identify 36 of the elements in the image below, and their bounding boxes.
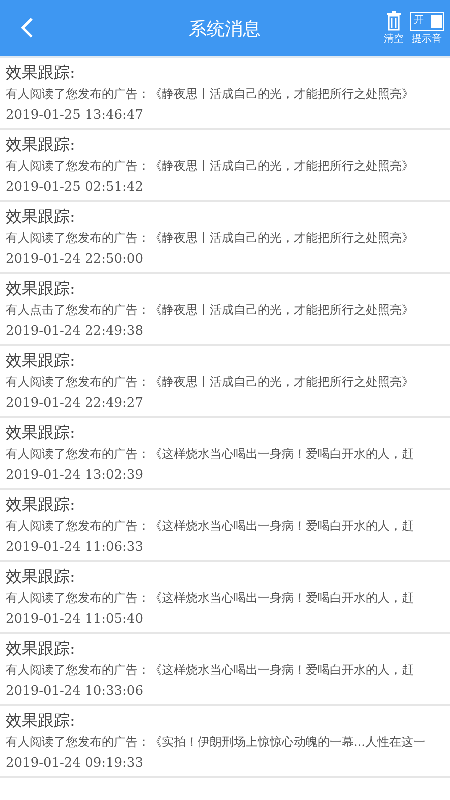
message-time: 2019-01-24 13:02:39 — [6, 467, 144, 485]
message-text: 有人阅读了您发布的广告：《这样烧水当心喝出一身病！爱喝白开水的人，赶 — [6, 662, 415, 679]
message-text: 有人阅读了您发布的广告：《静夜思丨活成自己的光，才能把所行之处照亮》 — [6, 86, 415, 103]
message-text: 有人阅读了您发布的广告：《这样烧水当心喝出一身病！爱喝白开水的人，赶 — [6, 446, 415, 463]
message-text: 有人点击了您发布的广告：《静夜思丨活成自己的光，才能把所行之处照亮》 — [6, 302, 415, 319]
message-title: 效果跟踪: — [6, 710, 76, 732]
message-title: 效果跟踪: — [6, 62, 76, 84]
message-time: 2019-01-24 22:49:27 — [6, 395, 144, 413]
message-time: 2019-01-24 22:49:38 — [6, 323, 144, 341]
message-title: 效果跟踪: — [6, 422, 76, 444]
message-text: 有人阅读了您发布的广告：《这样烧水当心喝出一身病！爱喝白开水的人，赶 — [6, 590, 415, 607]
message-time: 2019-01-24 09:19:33 — [6, 755, 144, 773]
message-title: 效果跟踪: — [6, 566, 76, 588]
message-text: 有人阅读了您发布的广告：《静夜思丨活成自己的光，才能把所行之处照亮》 — [6, 374, 415, 391]
clear-button[interactable]: 清空 — [384, 10, 404, 46]
sound-label: 提示音 — [412, 34, 442, 46]
message-text: 有人阅读了您发布的广告：《静夜思丨活成自己的光，才能把所行之处照亮》 — [6, 230, 415, 247]
message-time: 2019-01-25 02:51:42 — [6, 179, 144, 197]
message-title: 效果跟踪: — [6, 278, 76, 300]
sound-toggle[interactable]: 开 — [410, 12, 444, 30]
trash-icon — [387, 10, 401, 30]
message-time: 2019-01-25 13:46:47 — [6, 107, 144, 125]
message-time: 2019-01-24 22:50:00 — [6, 251, 144, 269]
message-time: 2019-01-24 10:33:06 — [6, 683, 144, 701]
message-title: 效果跟踪: — [6, 494, 76, 516]
message-text: 有人阅读了您发布的广告：《这样烧水当心喝出一身病！爱喝白开水的人，赶 — [6, 518, 415, 535]
message-text: 有人阅读了您发布的广告：《静夜思丨活成自己的光，才能把所行之处照亮》 — [6, 158, 415, 175]
back-button[interactable] — [20, 17, 34, 39]
message-time: 2019-01-24 11:05:40 — [6, 611, 144, 629]
page-title: 系统消息 — [189, 19, 261, 40]
message-title: 效果跟踪: — [6, 638, 76, 660]
message-title: 效果跟踪: — [6, 134, 76, 156]
message-title: 效果跟踪: — [6, 350, 76, 372]
message-time: 2019-01-24 11:06:33 — [6, 539, 144, 557]
message-title: 效果跟踪: — [6, 206, 76, 228]
message-text: 有人阅读了您发布的广告：《实拍！伊朗刑场上惊惊心动魄的一幕...人性在这一 — [6, 734, 426, 751]
